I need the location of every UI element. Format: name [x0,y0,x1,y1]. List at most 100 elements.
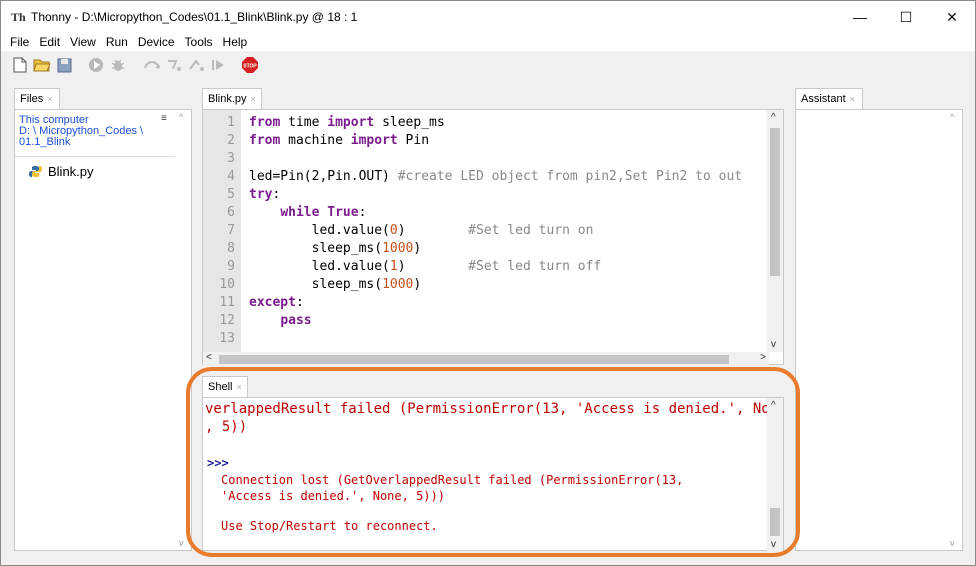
editor-horizontal-scrollbar[interactable]: < > [203,352,769,366]
line-number: 13 [219,331,235,346]
line-number: 1 [227,115,235,130]
editor-scroll-left-icon[interactable]: < [206,352,212,363]
tab-assistant-label: Assistant [801,93,846,105]
code-line-8: sleep_ms(1000) [249,241,422,256]
resume-icon [212,60,224,70]
shell-message-line-1: Connection lost (GetOverlappedResult fai… [221,473,684,487]
code-line-10: sleep_ms(1000) [249,277,422,292]
close-button[interactable]: ✕ [929,1,975,33]
line-number: 12 [219,313,235,328]
shell-scroll-up-icon[interactable]: ^ [771,400,776,411]
menu-tools[interactable]: Tools [180,33,218,51]
resume-button[interactable] [209,56,227,74]
tab-blink-py-label: Blink.py [208,93,247,105]
step-over-button[interactable] [143,56,161,74]
python-file-icon [29,166,42,177]
editor-scroll-up-icon[interactable]: ^ [771,112,776,123]
code-editor[interactable]: 1 2 3 4 5 6 7 8 9 10 11 12 13 from time … [202,109,784,366]
code-line-12: pass [280,313,312,328]
menu-device[interactable]: Device [133,33,180,51]
files-panel: This computer D: \ Micropython_Codes \ 0… [14,109,192,551]
line-number: 11 [219,295,235,310]
shell-message-line-2: 'Access is denied.', None, 5))) [221,489,445,503]
files-scroll-up-icon[interactable]: ^ [179,112,183,122]
menu-file[interactable]: File [5,33,34,51]
code-line-6: while True: [280,205,367,220]
step-over-icon [144,61,160,69]
shell-message-line-3: Use Stop/Restart to reconnect. [221,519,438,533]
toolbar: STOP [1,51,975,79]
line-number: 7 [227,223,235,238]
files-menu-icon[interactable]: ≡ [161,113,167,124]
save-file-button[interactable] [55,56,73,74]
line-number: 4 [227,169,235,184]
shell-panel[interactable]: verlappedResult failed (PermissionError(… [202,397,784,552]
code-line-1: from time import sleep_ms [249,115,445,130]
save-icon [57,58,71,72]
files-location[interactable]: This computer D: \ Micropython_Codes \ 0… [19,115,149,148]
line-number: 2 [227,133,235,148]
editor-horizontal-thumb[interactable] [219,355,729,364]
minimize-button[interactable]: — [837,1,883,33]
step-into-button[interactable] [165,56,183,74]
shell-scroll-down-icon[interactable]: v [771,539,776,550]
thonny-window: Th Thonny - D:\Micropython_Codes\01.1_Bl… [0,0,976,566]
editor-scroll-right-icon[interactable]: > [760,352,766,363]
tab-blink-py-close-icon[interactable]: × [251,89,256,109]
editor-vertical-scrollbar[interactable]: ^ v [767,110,783,352]
step-out-button[interactable] [187,56,205,74]
tab-blink-py[interactable]: Blink.py × [202,88,262,109]
files-path-line2: 01.1_Blink [19,136,71,148]
stop-button[interactable]: STOP [241,56,259,74]
shell-prompt: >>> [207,456,229,470]
file-entry-blink[interactable]: Blink.py [29,164,94,179]
file-name: Blink.py [48,164,94,179]
menu-help[interactable]: Help [218,33,253,51]
shell-error-line-2: , 5)) [205,419,248,435]
title-bar: Th Thonny - D:\Micropython_Codes\01.1_Bl… [1,1,975,33]
new-file-button[interactable] [11,56,29,74]
shell-vertical-scrollbar[interactable]: ^ v [767,398,783,552]
files-scrollbar[interactable]: ^ v [175,110,191,550]
shell-vertical-thumb[interactable] [770,508,780,536]
editor-vertical-thumb[interactable] [770,128,780,276]
line-number: 8 [227,241,235,256]
debug-button[interactable] [109,56,127,74]
run-button[interactable] [87,56,105,74]
tab-shell[interactable]: Shell × [202,376,248,397]
editor-scroll-down-icon[interactable]: v [771,339,776,350]
stop-label: STOP [243,64,257,70]
line-number: 10 [219,277,235,292]
line-number: 6 [227,205,235,220]
assistant-scrollbar[interactable]: ^ v [946,110,962,550]
run-icon [89,58,103,72]
tab-assistant-close-icon[interactable]: × [850,89,855,109]
line-number: 3 [227,151,235,166]
line-number: 5 [227,187,235,202]
tab-files[interactable]: Files × [14,88,60,109]
maximize-button[interactable]: ☐ [883,1,929,33]
open-folder-icon [33,59,51,72]
step-out-icon [189,59,204,71]
shell-error-line-1: verlappedResult failed (PermissionError(… [205,401,769,417]
code-line-7: led.value(0) #Set led turn on [249,223,594,238]
code-line-9: led.value(1) #Set led turn off [249,259,602,274]
shell-output[interactable]: verlappedResult failed (PermissionError(… [203,398,769,552]
menu-bar: File Edit View Run Device Tools Help [1,33,975,51]
tab-shell-close-icon[interactable]: × [236,377,241,397]
tab-files-label: Files [20,93,44,105]
tab-assistant[interactable]: Assistant × [795,88,863,109]
tab-files-close-icon[interactable]: × [47,89,52,109]
stop-icon: STOP [242,57,258,73]
assistant-scroll-up-icon[interactable]: ^ [950,112,954,122]
code-line-11: except: [249,295,304,310]
assistant-scroll-down-icon[interactable]: v [950,538,955,548]
new-file-icon [13,57,27,73]
files-scroll-down-icon[interactable]: v [179,538,184,548]
menu-edit[interactable]: Edit [34,33,65,51]
menu-view[interactable]: View [65,33,101,51]
open-file-button[interactable] [33,56,51,74]
menu-run[interactable]: Run [101,33,133,51]
line-number-gutter: 1 2 3 4 5 6 7 8 9 10 11 12 13 [203,110,241,352]
code-text-area[interactable]: from time import sleep_ms from machine i… [241,110,769,352]
